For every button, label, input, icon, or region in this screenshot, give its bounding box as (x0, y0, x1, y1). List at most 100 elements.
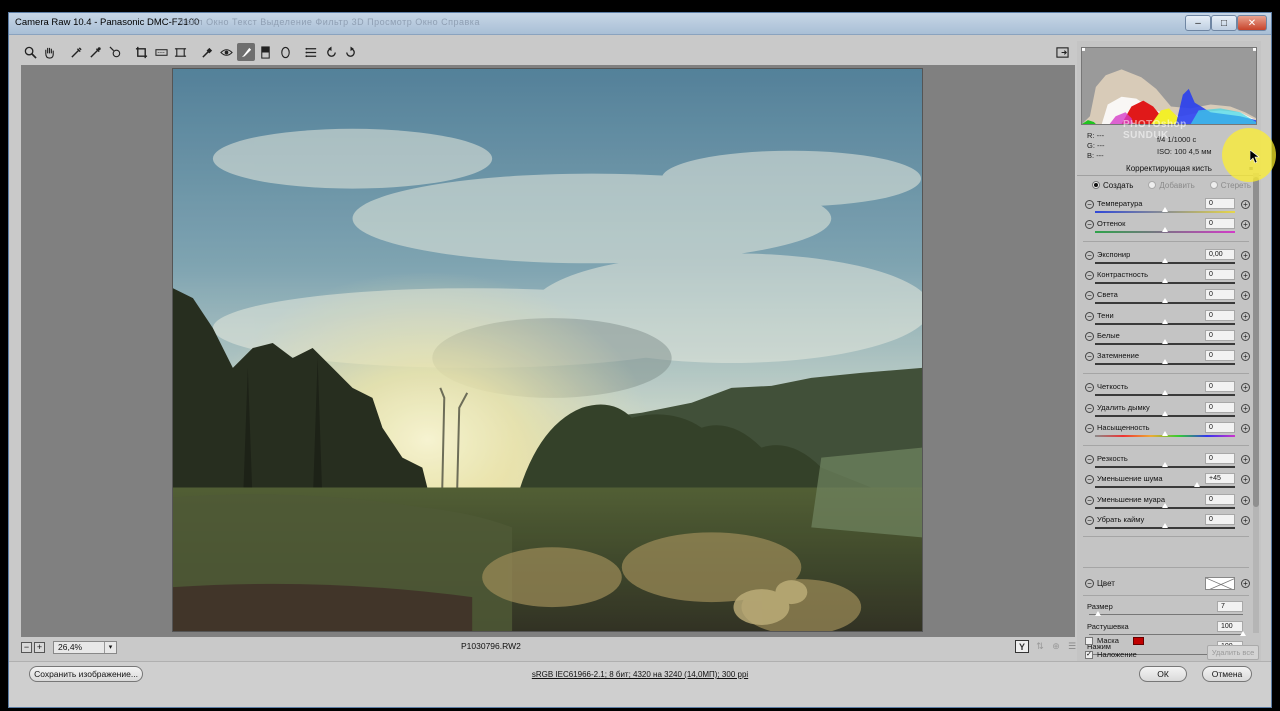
slider-value-field[interactable]: 0 (1205, 269, 1235, 280)
white-balance-tool-icon[interactable] (67, 43, 85, 61)
slider-value-field[interactable]: 0,00 (1205, 249, 1235, 260)
increase-icon[interactable]: + (1241, 516, 1250, 525)
slider-thumb[interactable] (1162, 298, 1168, 303)
slider-track[interactable] (1095, 486, 1235, 488)
minimize-button[interactable]: – (1185, 15, 1211, 31)
overlay-checkbox[interactable]: ✓ (1085, 650, 1093, 659)
slider-thumb[interactable] (1162, 431, 1168, 436)
zoom-out-button[interactable]: − (21, 641, 32, 653)
maximize-button[interactable]: □ (1211, 15, 1237, 31)
slider-value-field[interactable]: 0 (1205, 310, 1235, 321)
slider-thumb[interactable] (1162, 503, 1168, 508)
increase-icon[interactable]: + (1241, 404, 1250, 413)
clear-all-button[interactable]: Удалить все (1207, 645, 1259, 660)
slider-thumb[interactable] (1162, 258, 1168, 263)
photo-preview[interactable] (172, 68, 923, 632)
color-swatch[interactable] (1205, 577, 1235, 590)
decrease-icon[interactable]: − (1085, 579, 1094, 588)
mask-checkbox-row[interactable]: Маска (1085, 636, 1144, 645)
hand-tool-icon[interactable] (41, 43, 59, 61)
slider-value-field[interactable]: 0 (1205, 453, 1235, 464)
slider-value-field[interactable]: 0 (1205, 402, 1235, 413)
color-sampler-tool-icon[interactable] (87, 43, 105, 61)
title-bar[interactable]: Camera Raw 10.4 - Panasonic DMC-FZ100 Фа… (9, 13, 1271, 35)
slider-value-field[interactable]: 0 (1205, 494, 1235, 505)
rotate-left-icon[interactable] (322, 43, 340, 61)
decrease-icon[interactable]: − (1085, 383, 1094, 392)
decrease-icon[interactable]: − (1085, 200, 1094, 209)
slider-value-field[interactable]: 0 (1205, 350, 1235, 361)
increase-icon[interactable]: + (1241, 424, 1250, 433)
mode-erase-radio[interactable]: Стереть (1209, 181, 1251, 190)
slider-thumb[interactable] (1162, 523, 1168, 528)
rotate-right-icon[interactable] (342, 43, 360, 61)
mode-add-radio[interactable]: Добавить (1148, 181, 1195, 190)
decrease-icon[interactable]: − (1085, 251, 1094, 260)
radial-filter-tool-icon[interactable] (276, 43, 294, 61)
graduated-filter-tool-icon[interactable] (257, 43, 275, 61)
workflow-options-link[interactable]: sRGB IEC61966-2.1; 8 бит; 4320 на 3240 (… (9, 670, 1271, 679)
ok-button[interactable]: ОК (1139, 666, 1187, 682)
increase-icon[interactable]: + (1241, 200, 1250, 209)
copy-settings-icon[interactable]: ⊕ (1049, 640, 1063, 653)
image-canvas[interactable] (21, 65, 1075, 637)
increase-icon[interactable]: + (1241, 271, 1250, 280)
decrease-icon[interactable]: − (1085, 220, 1094, 229)
slider-thumb[interactable] (1162, 207, 1168, 212)
decrease-icon[interactable]: − (1085, 516, 1094, 525)
slider-value-field[interactable]: 0 (1205, 330, 1235, 341)
mask-color-swatch[interactable] (1132, 636, 1144, 645)
decrease-icon[interactable]: − (1085, 271, 1094, 280)
slider-thumb[interactable] (1193, 482, 1200, 487)
slider-thumb[interactable] (1162, 339, 1168, 344)
slider-thumb[interactable] (1162, 227, 1168, 232)
decrease-icon[interactable]: − (1085, 455, 1094, 464)
brush-setting-value[interactable]: 7 (1217, 601, 1243, 612)
increase-icon[interactable]: + (1241, 579, 1250, 588)
scrollbar-thumb[interactable] (1253, 177, 1259, 507)
increase-icon[interactable]: + (1241, 312, 1250, 321)
close-button[interactable]: ✕ (1237, 15, 1267, 31)
increase-icon[interactable]: + (1241, 383, 1250, 392)
swap-settings-icon[interactable]: ⇅ (1033, 640, 1047, 653)
slider-thumb[interactable] (1162, 359, 1168, 364)
slider-thumb[interactable] (1162, 390, 1168, 395)
transform-tool-icon[interactable] (172, 43, 190, 61)
zoom-tool-icon[interactable] (21, 43, 39, 61)
increase-icon[interactable]: + (1241, 251, 1250, 260)
decrease-icon[interactable]: − (1085, 424, 1094, 433)
slider-thumb[interactable] (1162, 462, 1168, 467)
spot-removal-tool-icon[interactable] (198, 43, 216, 61)
slider-value-field[interactable]: 0 (1205, 198, 1235, 209)
decrease-icon[interactable]: − (1085, 404, 1094, 413)
panel-scrollbar[interactable] (1253, 173, 1259, 633)
brush-setting-thumb[interactable] (1095, 611, 1102, 616)
slider-value-field[interactable]: 0 (1205, 218, 1235, 229)
increase-icon[interactable]: + (1241, 455, 1250, 464)
straighten-tool-icon[interactable] (152, 43, 170, 61)
slider-value-field[interactable]: 0 (1205, 422, 1235, 433)
slider-thumb[interactable] (1162, 411, 1168, 416)
crop-tool-icon[interactable] (133, 43, 151, 61)
overlay-checkbox-row[interactable]: ✓ Наложение (1085, 650, 1137, 659)
fullscreen-toggle-icon[interactable] (1053, 43, 1071, 61)
slider-value-field[interactable]: 0 (1205, 381, 1235, 392)
decrease-icon[interactable]: − (1085, 475, 1094, 484)
brush-setting-track[interactable] (1089, 614, 1243, 615)
decrease-icon[interactable]: − (1085, 496, 1094, 505)
decrease-icon[interactable]: − (1085, 352, 1094, 361)
red-eye-tool-icon[interactable] (218, 43, 236, 61)
preferences-tool-icon[interactable] (303, 43, 321, 61)
increase-icon[interactable]: + (1241, 220, 1250, 229)
zoom-level-select[interactable]: 26,4% ▾ (53, 640, 117, 654)
decrease-icon[interactable]: − (1085, 291, 1094, 300)
cancel-button[interactable]: Отмена (1202, 666, 1252, 682)
slider-thumb[interactable] (1162, 319, 1168, 324)
slider-thumb[interactable] (1162, 278, 1168, 283)
before-after-toggle-button[interactable]: Y (1015, 640, 1029, 653)
increase-icon[interactable]: + (1241, 291, 1250, 300)
zoom-in-button[interactable]: + (34, 641, 45, 653)
slider-value-field[interactable]: 0 (1205, 289, 1235, 300)
mode-create-radio[interactable]: Создать (1092, 181, 1133, 190)
decrease-icon[interactable]: − (1085, 312, 1094, 321)
